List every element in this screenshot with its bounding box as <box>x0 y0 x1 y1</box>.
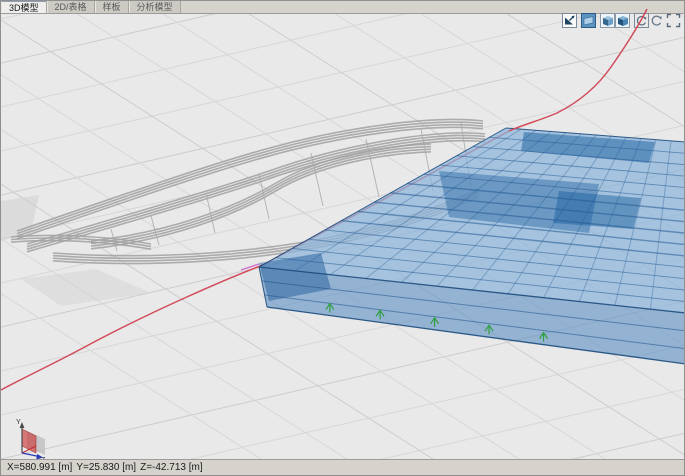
viewport-3d[interactable]: Y Z <box>1 1 685 476</box>
fit-view-icon[interactable] <box>562 13 577 28</box>
tab-2d-tables[interactable]: 2D/表格 <box>47 1 95 13</box>
y-axis-label: Y <box>16 419 21 426</box>
rotate-box-icon[interactable] <box>634 13 649 28</box>
coordinate-x: X=580.991 [m] <box>7 460 72 475</box>
view-toolbar <box>562 13 681 28</box>
coordinate-z: Z=-42.713 [m] <box>140 460 203 475</box>
zoom-extents-icon[interactable] <box>666 13 681 28</box>
iso-view-dark-icon[interactable] <box>615 13 630 28</box>
orbit-icon[interactable] <box>649 13 664 28</box>
top-view-icon[interactable] <box>581 13 596 28</box>
tab-analysis-model[interactable]: 分析模型 <box>129 1 181 13</box>
tab-template[interactable]: 样板 <box>95 1 129 13</box>
coordinate-y: Y=25.830 [m] <box>76 460 136 475</box>
app-window: Y Z 3D模型 2D/表格 样板 分析模型 <box>0 0 685 476</box>
iso-view-light-icon[interactable] <box>600 13 615 28</box>
tab-3d-model[interactable]: 3D模型 <box>1 1 47 13</box>
status-bar: X=580.991 [m] Y=25.830 [m] Z=-42.713 [m] <box>1 459 684 475</box>
